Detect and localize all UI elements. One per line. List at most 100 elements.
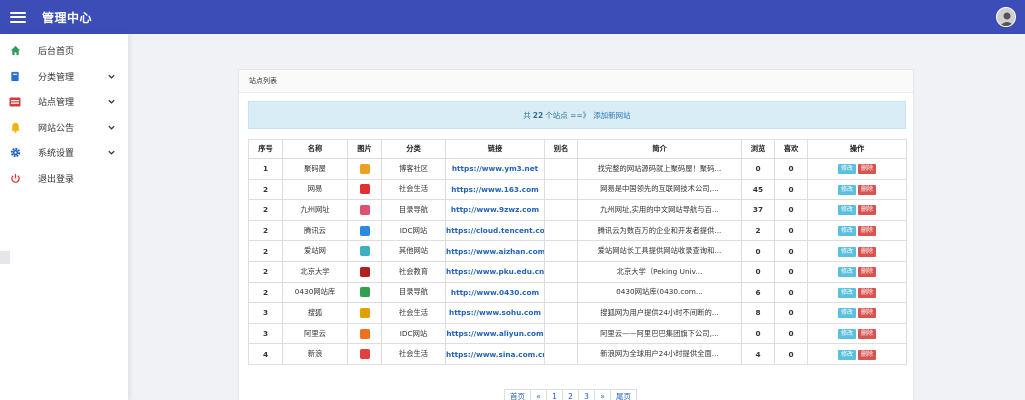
cell-actions: 修改 删除 — [807, 240, 907, 262]
cell-url-link[interactable]: http://www.9zwz.com — [445, 199, 545, 221]
card-title: 站点列表 — [239, 70, 913, 93]
add-site-link[interactable]: 添加新网站 — [593, 110, 631, 121]
page-1[interactable]: 1 — [546, 389, 563, 400]
cell-intro: 网易是中国领先的互联网技术公司,... — [577, 178, 742, 201]
cell-url-link[interactable]: https://www.pku.edu.cn — [445, 260, 545, 283]
page-2[interactable]: 2 — [562, 389, 579, 400]
sidebar-item-announcements[interactable]: 网站公告 — [0, 115, 128, 141]
cell-url-link[interactable]: https://www.aizhan.com — [445, 240, 545, 262]
delete-button[interactable]: 删除 — [858, 184, 877, 195]
delete-button[interactable]: 删除 — [858, 287, 877, 298]
cell-actions: 修改 删除 — [807, 219, 907, 242]
delete-button[interactable]: 删除 — [858, 349, 877, 360]
sidebar-collapse-handle[interactable] — [0, 251, 10, 264]
delete-button[interactable]: 删除 — [858, 308, 877, 319]
cell-alias — [544, 219, 578, 242]
cell-name: 0430网站库 — [282, 281, 348, 304]
cell-intro: 新浪网为全球用户24小时提供全面... — [577, 343, 742, 365]
site-logo-icon — [359, 225, 370, 236]
cell-url-link[interactable]: https://www.aliyun.com — [445, 322, 545, 345]
edit-button[interactable]: 修改 — [837, 184, 856, 195]
delete-button[interactable]: 删除 — [858, 267, 877, 278]
column-header: 浏览 — [741, 139, 775, 159]
page-prev[interactable]: « — [530, 389, 547, 400]
delete-button[interactable]: 删除 — [858, 164, 877, 175]
edit-button[interactable]: 修改 — [837, 287, 856, 298]
edit-button[interactable]: 修改 — [837, 329, 856, 340]
cell-seq: 4 — [248, 343, 283, 365]
site-logo-icon — [359, 287, 370, 298]
cell-likes: 0 — [774, 178, 808, 201]
cell-category: 社会生活 — [381, 343, 446, 365]
cell-category: 博客社区 — [381, 158, 446, 180]
summary-suffix: 个站点 ==》 — [545, 110, 591, 120]
cell-category: 社会生活 — [381, 302, 446, 324]
chevron-down-icon[interactable] — [107, 148, 116, 157]
edit-button[interactable]: 修改 — [837, 164, 856, 175]
cell-image — [347, 322, 382, 345]
cell-views: 0 — [741, 260, 775, 283]
sidebar-item-logout[interactable]: 退出登录 — [0, 166, 128, 192]
cell-category: 目录导航 — [381, 199, 446, 221]
edit-button[interactable]: 修改 — [837, 267, 856, 278]
site-logo-icon — [359, 328, 370, 339]
sidebar-item-label: 后台首页 — [38, 47, 75, 58]
cell-seq: 2 — [248, 199, 283, 221]
chevron-down-icon[interactable] — [107, 123, 116, 132]
page-first[interactable]: 首页 — [504, 389, 531, 400]
cell-intro: 九州网址,实用的中文网站导航与百... — [577, 199, 742, 221]
cell-actions: 修改 删除 — [807, 260, 907, 283]
cell-alias — [544, 322, 578, 345]
bell-icon — [9, 121, 21, 133]
edit-button[interactable]: 修改 — [837, 308, 856, 319]
chevron-down-icon[interactable] — [107, 72, 116, 81]
cell-name: 北京大学 — [282, 260, 348, 283]
cell-url-link[interactable]: https://cloud.tencent.com — [445, 219, 545, 242]
page-next[interactable]: » — [594, 389, 611, 400]
sidebar-item-home[interactable]: 后台首页 — [0, 38, 128, 64]
delete-button[interactable]: 删除 — [858, 205, 877, 216]
sidebar-item-label: 网站公告 — [38, 123, 75, 134]
cell-intro: 腾讯云为数百万的企业和开发者提供... — [577, 219, 742, 242]
delete-button[interactable]: 删除 — [858, 226, 877, 237]
delete-button[interactable]: 删除 — [858, 329, 877, 340]
sidebar-item-categories[interactable]: 分类管理 — [0, 64, 128, 90]
cell-url-link[interactable]: https://www.163.com — [445, 178, 545, 201]
table-row: 2 爱站网 其他网站 https://www.aizhan.com 爱站网站长工具提供网… — [248, 240, 907, 262]
site-list-card: 站点列表 共 22 个站点 ==》 添加新网站 序号 名称 图片 分类 链接 别… — [238, 69, 914, 400]
table-row: 2 腾讯云 IDC网站 https://cloud.tencent.com 腾讯云为数百… — [248, 219, 907, 242]
cell-category: 其他网站 — [381, 240, 446, 262]
edit-button[interactable]: 修改 — [837, 349, 856, 360]
column-header: 喜欢 — [774, 139, 808, 159]
menu-toggle-icon[interactable] — [10, 11, 26, 23]
column-header: 序号 — [248, 139, 283, 159]
table-row: 2 0430网站库 目录导航 http://www.0430.com 0430网站库(0… — [248, 281, 907, 304]
column-header: 分类 — [381, 139, 446, 159]
cell-alias — [544, 281, 578, 304]
page-last[interactable]: 尾页 — [610, 389, 637, 400]
page-3[interactable]: 3 — [578, 389, 595, 400]
home-icon — [9, 45, 21, 57]
delete-button[interactable]: 删除 — [858, 246, 877, 257]
site-count: 22 — [532, 110, 544, 120]
sidebar-item-sites[interactable]: 站点管理 — [0, 89, 128, 115]
cell-url-link[interactable]: https://www.sohu.com — [445, 302, 545, 324]
cell-image — [347, 199, 382, 221]
cell-image — [347, 178, 382, 201]
edit-button[interactable]: 修改 — [837, 246, 856, 257]
cell-category: IDC网站 — [381, 219, 446, 242]
edit-button[interactable]: 修改 — [837, 205, 856, 216]
edit-button[interactable]: 修改 — [837, 226, 856, 237]
chevron-down-icon[interactable] — [107, 97, 116, 106]
cell-url-link[interactable]: https://www.ym3.net — [445, 158, 545, 180]
cell-category: IDC网站 — [381, 322, 446, 345]
cell-likes: 0 — [774, 199, 808, 221]
user-avatar[interactable] — [996, 7, 1016, 27]
cell-intro: 爱站网站长工具提供网站收录查询和... — [577, 240, 742, 262]
column-header: 简介 — [577, 139, 742, 159]
summary-banner: 共 22 个站点 ==》 添加新网站 — [248, 101, 906, 129]
cell-alias — [544, 240, 578, 262]
sidebar-item-settings[interactable]: 系统设置 — [0, 140, 128, 166]
cell-url-link[interactable]: http://www.0430.com — [445, 281, 545, 304]
cell-url-link[interactable]: https://www.sina.com.cn — [445, 343, 545, 365]
